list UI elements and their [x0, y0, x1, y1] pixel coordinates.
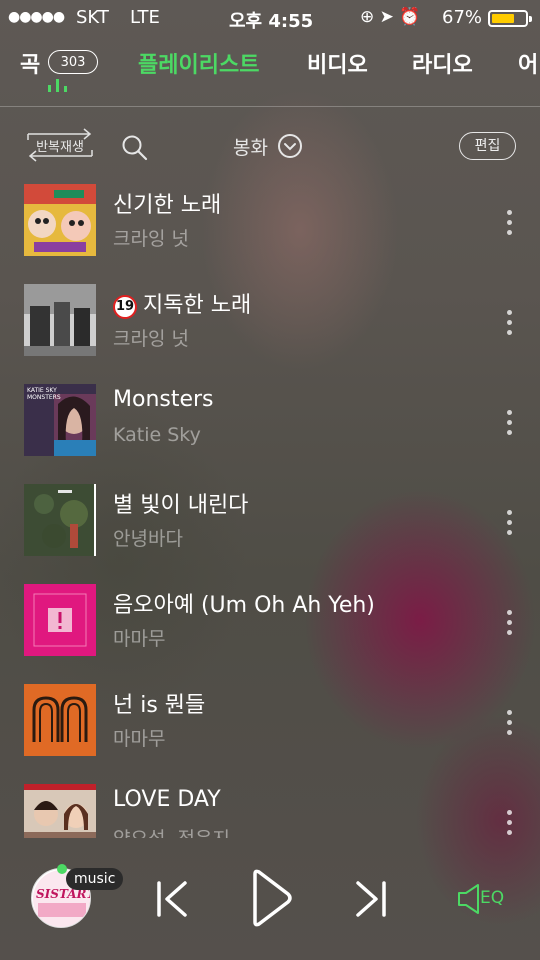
eq-button[interactable]: EQ	[456, 882, 512, 916]
song-title: LOVE DAY	[113, 787, 221, 812]
previous-track-icon[interactable]	[155, 880, 191, 918]
album-art: KATIE SKY MONSTERS	[24, 384, 96, 456]
tab-partial[interactable]: 어	[518, 47, 538, 79]
battery-icon	[488, 10, 532, 27]
song-title: Monsters	[113, 387, 214, 412]
tab-playlist[interactable]: 플레이리스트	[138, 47, 259, 79]
song-title: 신기한 노래	[113, 193, 222, 218]
edit-button[interactable]: 편집	[459, 132, 516, 160]
status-bar: ●●●●● SKT LTE 오후 4:55 ⊕ ➤ ⏰ 67%	[0, 0, 540, 36]
search-icon[interactable]	[121, 134, 149, 162]
list-item[interactable]: LOVE DAY 양요섭, 정은지	[0, 774, 540, 838]
list-item[interactable]: 넌 is 뭔들 마마무	[0, 674, 540, 774]
battery-percent: 67%	[442, 7, 483, 28]
status-icons: ⊕ ➤ ⏰	[360, 7, 421, 27]
list-item[interactable]: 음오아예 (Um Oh Ah Yeh) 마마무	[0, 574, 540, 674]
play-icon[interactable]	[250, 868, 294, 928]
sort-dropdown[interactable]: 봉화	[233, 133, 268, 160]
now-playing-bars-icon	[48, 78, 70, 92]
repeat-label: 반복재생	[36, 140, 84, 155]
eq-label: EQ	[480, 888, 505, 908]
song-artist: Katie Sky	[113, 424, 201, 446]
tab-radio[interactable]: 라디오	[412, 47, 473, 79]
chevron-down-icon[interactable]	[278, 134, 302, 158]
album-art	[24, 584, 96, 656]
source-tag: music	[66, 868, 124, 890]
album-art	[24, 284, 96, 356]
song-count-badge: 303	[48, 50, 98, 74]
song-title: 19 지독한 노래	[113, 287, 251, 319]
tab-songs[interactable]: 곡	[20, 47, 40, 79]
list-toolbar: 반복재생 봉화 편집	[0, 118, 540, 174]
tab-video[interactable]: 비디오	[307, 47, 368, 79]
signal-strength: ●●●●●	[8, 9, 65, 25]
more-options-icon[interactable]	[504, 710, 516, 736]
clock: 오후 4:55	[229, 11, 314, 32]
more-options-icon[interactable]	[504, 210, 516, 236]
song-list: 신기한 노래 크라잉 넛 19 지독한 노래 크라잉 넛 KATIE SKY M…	[0, 174, 540, 838]
song-artist: 마마무	[113, 728, 166, 750]
list-item[interactable]: 신기한 노래 크라잉 넛	[0, 174, 540, 274]
tab-video-label: 비디오	[307, 53, 368, 78]
song-artist: 양요섭, 정은지	[113, 824, 230, 838]
song-title: 별 빛이 내린다	[113, 493, 249, 518]
age-restriction-badge: 19	[113, 295, 137, 319]
tab-playlist-label: 플레이리스트	[138, 53, 260, 78]
album-art-text: KATIE SKY MONSTERS	[27, 387, 61, 401]
album-art	[24, 184, 96, 256]
more-options-icon[interactable]	[504, 410, 516, 436]
carrier-name: SKT	[76, 7, 109, 28]
tab-partial-label: 어	[518, 53, 539, 78]
more-options-icon[interactable]	[504, 810, 516, 836]
more-options-icon[interactable]	[504, 310, 516, 336]
sort-label: 봉화	[233, 137, 268, 159]
song-title-text: 지독한 노래	[143, 293, 252, 318]
album-art	[24, 684, 96, 756]
category-tabs: 곡 303 플레이리스트 비디오 라디오 어	[0, 40, 540, 107]
song-title: 음오아예 (Um Oh Ah Yeh)	[113, 593, 375, 618]
song-title: 넌 is 뭔들	[113, 693, 206, 718]
next-track-icon[interactable]	[352, 880, 388, 918]
tab-songs-label: 곡	[20, 53, 41, 78]
tab-radio-label: 라디오	[412, 53, 473, 78]
song-artist: 크라잉 넛	[113, 228, 189, 250]
list-item[interactable]: KATIE SKY MONSTERS Monsters Katie Sky	[0, 374, 540, 474]
mini-player: SISTAR19 music EQ	[0, 838, 540, 960]
album-art	[24, 484, 96, 556]
list-item[interactable]: 19 지독한 노래 크라잉 넛	[0, 274, 540, 374]
album-art	[24, 784, 96, 838]
network-type: LTE	[130, 7, 160, 28]
song-artist: 크라잉 넛	[113, 328, 189, 350]
list-item[interactable]: 별 빛이 내린다 안녕바다	[0, 474, 540, 574]
more-options-icon[interactable]	[504, 510, 516, 536]
source-indicator-dot	[57, 864, 67, 874]
repeat-button[interactable]: 반복재생	[24, 126, 96, 162]
song-artist: 마마무	[113, 628, 166, 650]
song-artist: 안녕바다	[113, 528, 183, 550]
more-options-icon[interactable]	[504, 610, 516, 636]
